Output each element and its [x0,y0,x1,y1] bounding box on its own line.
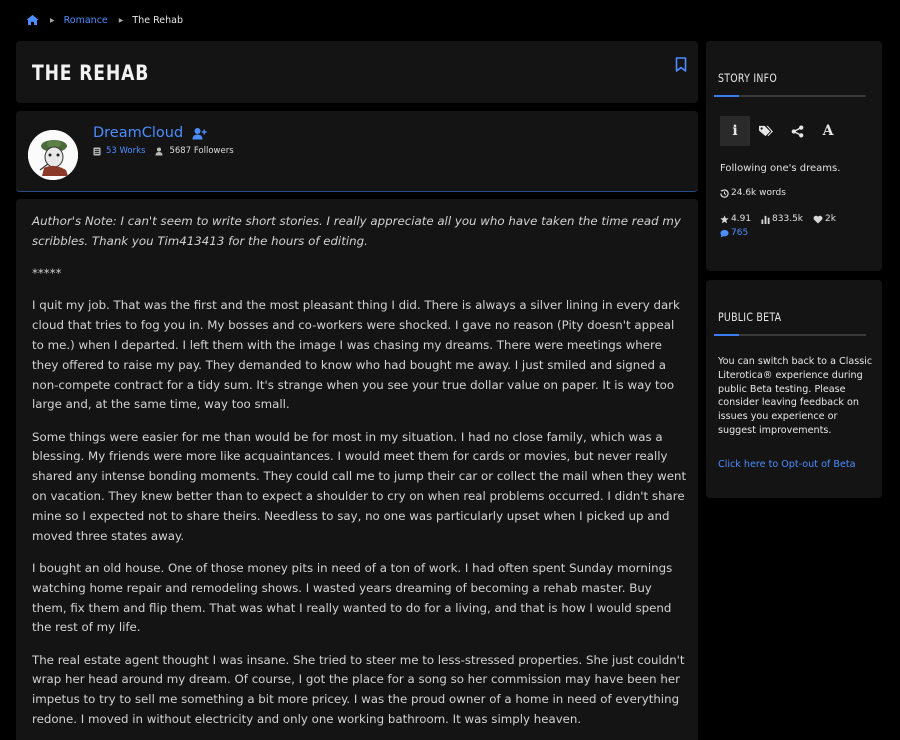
info-icon: i [732,123,738,139]
breadcrumb-current: The Rehab [132,14,183,26]
author-panel: DreamCloud 53 Works 5687 Followers [16,111,698,192]
public-beta-text: You can switch back to a Classic Literot… [718,356,873,436]
authors-note: Author's Note: I can't seem to write sho… [32,214,681,248]
story-paragraph: I quit my job. That was the first and th… [32,298,680,412]
opt-out-beta-link[interactable]: Click here to Opt-out of Beta [718,459,855,470]
story-stats: 4.91 833.5k 2k [720,214,846,224]
breadcrumb: ▶ Romance ▶ The Rehab [26,12,183,28]
home-icon[interactable] [26,14,39,26]
story-panel: Author's Note: I can't seem to write sho… [16,199,698,740]
public-beta-heading: PUBLIC BETA [718,310,782,324]
story-description: Following one's dreams. [720,163,841,174]
story-separator: ***** [32,266,62,281]
public-beta-panel: PUBLIC BETA You can switch back to a Cla… [706,280,882,498]
favorites-value: 2k [825,214,836,224]
views-stat: 833.5k [761,214,803,224]
avatar-image-icon [28,130,78,180]
star-icon [720,214,729,223]
story-paragraph: I bought an old house. One of those mone… [32,560,673,635]
breadcrumb-separator-icon: ▶ [50,16,55,24]
story-word-count: 24.6k words [720,188,786,198]
breadcrumb-category-link[interactable]: Romance [64,15,108,26]
works-icon [93,147,101,155]
tab-share[interactable] [782,116,812,146]
rating-value: 4.91 [731,214,752,224]
heart-icon [813,215,823,223]
breadcrumb-separator-icon: ▶ [118,16,124,24]
share-icon [791,124,803,138]
bar-chart-icon [761,215,770,224]
font-icon: A [822,123,834,139]
heading-underline [714,95,866,97]
title-panel: THE REHAB [16,41,698,103]
tab-tags[interactable] [751,116,781,146]
views-value: 833.5k [772,214,804,224]
bookmark-icon[interactable] [675,57,687,72]
rating-stat: 4.91 [720,214,751,224]
story-info-heading: STORY INFO [718,71,778,85]
author-stats: 53 Works 5687 Followers [93,146,234,156]
heading-underline [714,334,866,336]
story-info-panel: STORY INFO i A Following one's dreams. 2… [706,41,882,271]
page-title: THE REHAB [32,61,150,85]
comments-value: 765 [731,228,749,238]
tab-font[interactable]: A [813,116,843,146]
story-paragraph: Some things were easier for me than woul… [32,429,687,543]
tab-info[interactable]: i [720,116,750,146]
tags-icon [759,125,773,136]
story-info-tabs: i A [720,116,844,146]
comments-link[interactable]: 765 [720,228,748,238]
word-count-text: 24.6k words [731,188,786,198]
follow-user-icon[interactable] [192,127,207,140]
avatar[interactable] [28,130,78,180]
author-works-link[interactable]: 53 Works [106,146,145,156]
comment-icon [720,229,729,238]
story-paragraph: The real estate agent thought I was insa… [32,652,685,727]
story-body: Author's Note: I can't seem to write sho… [32,212,687,740]
history-icon [720,188,729,198]
author-followers: 5687 Followers [169,146,234,156]
favorites-stat: 2k [813,214,836,224]
followers-icon [155,147,164,155]
author-name-link[interactable]: DreamCloud [93,125,183,141]
